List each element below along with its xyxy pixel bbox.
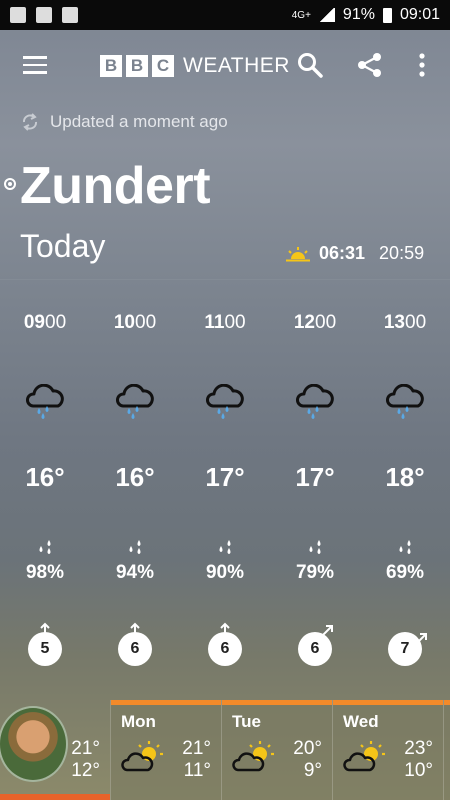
sun-cloud-icon [121, 741, 163, 772]
rain-cloud-icon [26, 384, 64, 419]
hour-temperature: 17° [205, 462, 245, 492]
day-high: 23° [404, 738, 433, 759]
sunrise-time: 06:31 [319, 243, 366, 263]
precipitation-chance: 94% [115, 562, 155, 583]
missed-call-icon [62, 7, 78, 23]
precipitation-icon [309, 540, 321, 554]
sun-cloud-icon [343, 741, 385, 772]
day-high: 21° [182, 738, 211, 759]
divider [0, 279, 450, 280]
day-name: Tue [232, 712, 261, 731]
precipitation-chance: 98% [25, 562, 65, 583]
precipitation-icon [39, 540, 51, 554]
day-tab-today[interactable]: 21° 12° [0, 700, 110, 800]
hour-temperature: 17° [295, 462, 335, 492]
sunset-time: 20:59 [379, 243, 425, 263]
day-low: 9° [303, 760, 322, 781]
rain-cloud-icon [296, 384, 334, 419]
day-label: Today [20, 228, 106, 264]
day-tab-next-partial[interactable] [443, 700, 450, 800]
location-icon [4, 178, 16, 190]
search-icon[interactable] [297, 52, 323, 78]
last-updated[interactable]: Updated a moment ago [20, 112, 228, 132]
battery-percent: 91% [342, 6, 375, 23]
rain-cloud-icon [116, 384, 154, 419]
logo-word: WEATHER [183, 54, 290, 77]
status-bar: 4G+ 91% 09:01 [0, 0, 450, 30]
hour-column[interactable]: 1200 17° 79% 6 [270, 300, 360, 680]
hour-temperature: 16° [25, 462, 65, 492]
sunrise-icon [286, 246, 310, 261]
day-accent [111, 700, 221, 705]
precipitation-chance: 79% [295, 562, 335, 583]
day-tab-wed[interactable]: Wed 23° 10° [332, 700, 443, 800]
day-high: 20° [293, 738, 322, 759]
precipitation-icon [129, 540, 141, 554]
hour-time: 1300 [383, 312, 427, 333]
hour-temperature: 16° [115, 462, 155, 492]
day-tab-mon[interactable]: Mon 21° 11° [110, 700, 221, 800]
rain-cloud-icon [386, 384, 424, 419]
day-high: 21° [71, 738, 100, 759]
battery-icon [382, 7, 392, 23]
hour-time: 0900 [23, 312, 67, 333]
day-low: 12° [71, 760, 100, 781]
day-accent [222, 700, 332, 705]
clock: 09:01 [399, 6, 440, 23]
precipitation-chance: 69% [385, 562, 425, 583]
logo-letter: C [152, 55, 174, 77]
wind-speed: 6 [118, 632, 152, 666]
sun-cloud-icon [232, 741, 274, 772]
day-low: 11° [183, 760, 211, 781]
wind-speed: 7 [388, 632, 422, 666]
refresh-icon [23, 113, 37, 131]
notification-icons [10, 7, 78, 23]
menu-icon[interactable] [23, 56, 47, 74]
precipitation-icon [399, 540, 411, 554]
daily-forecast[interactable]: 21° 12° Mon 21° 11° Tue 20° 9° Wed 23° 1… [0, 700, 450, 800]
more-options-icon[interactable] [418, 52, 426, 78]
logo-letter: B [126, 55, 148, 77]
wind-speed: 6 [208, 632, 242, 666]
updated-text: Updated a moment ago [50, 112, 228, 131]
precipitation-icon [219, 540, 231, 554]
sun-times: 06:31 20:59 [285, 243, 424, 264]
network-label: 4G+ [291, 9, 311, 21]
precipitation-chance: 90% [205, 562, 245, 583]
signal-icon [318, 8, 335, 22]
hour-time: 1100 [204, 312, 246, 333]
hour-temperature: 18° [385, 462, 425, 492]
logo-letter: B [100, 55, 122, 77]
app-bar: B B C WEATHER [0, 30, 450, 100]
hour-column[interactable]: 1000 16° 94% 6 [90, 300, 180, 680]
hour-column[interactable]: 1300 18° 69% 7 [360, 300, 450, 680]
day-name: Mon [121, 712, 156, 731]
day-accent [444, 700, 450, 705]
selected-indicator [0, 794, 110, 800]
wind-speed: 5 [28, 632, 62, 666]
day-low: 10° [404, 760, 433, 781]
facebook-icon [10, 7, 26, 23]
wind-speed: 6 [298, 632, 332, 666]
hour-column[interactable]: 1100 17° 90% 6 [180, 300, 270, 680]
hourly-forecast[interactable]: 0900 16° 98% 5 1000 16° 94% 6 1100 17° 9… [0, 300, 450, 680]
system-indicators: 4G+ 91% 09:01 [292, 6, 440, 24]
rain-cloud-icon [206, 384, 244, 419]
hour-time: 1000 [113, 312, 157, 333]
bbc-weather-logo: B B C WEATHER [100, 54, 290, 78]
hour-column[interactable]: 0900 16° 98% 5 [0, 300, 90, 680]
hour-time: 1200 [293, 312, 337, 333]
day-accent [333, 700, 443, 705]
day-name: Wed [343, 712, 379, 731]
location-name[interactable]: Zundert [20, 156, 211, 216]
day-tab-tue[interactable]: Tue 20° 9° [221, 700, 332, 800]
activity-icon [36, 7, 52, 23]
avatar [0, 706, 68, 782]
share-icon[interactable] [357, 52, 383, 78]
